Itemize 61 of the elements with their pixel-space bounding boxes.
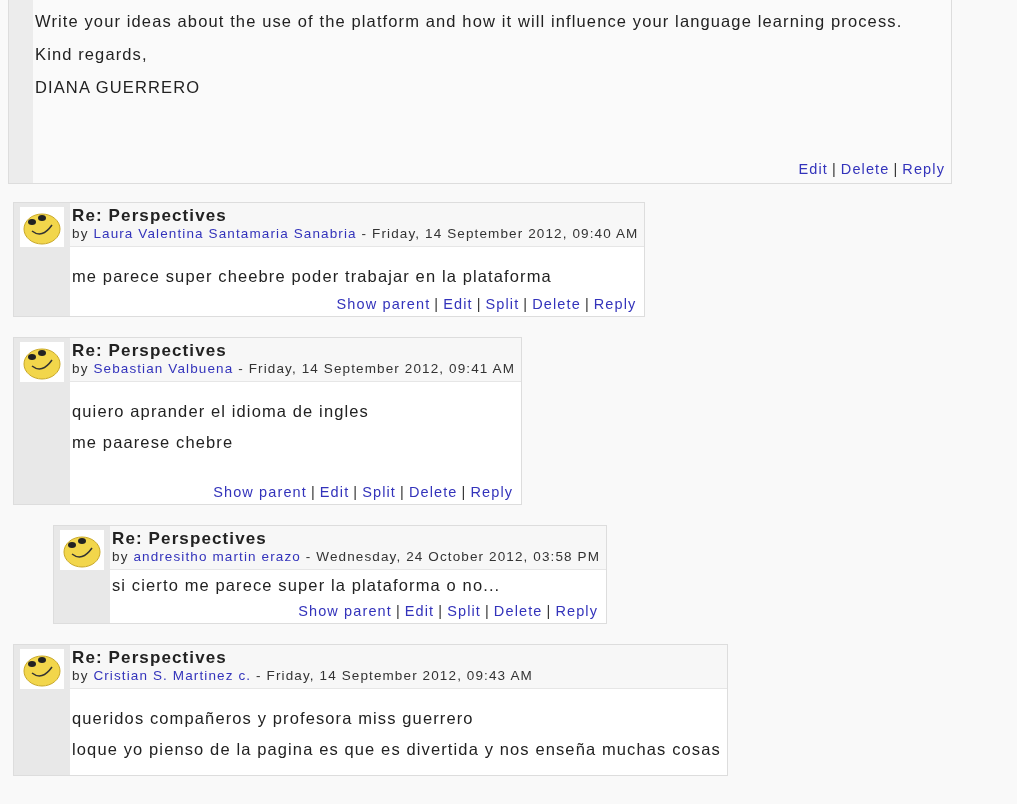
command-link[interactable]: Split	[447, 603, 481, 619]
command-link[interactable]: Edit	[404, 603, 435, 619]
message-text: DIANA GUERRERO	[35, 78, 202, 97]
message-text: Write your ideas about the use of the platform and how it will influence your language learning process.	[35, 12, 904, 31]
command-link[interactable]: Split	[362, 484, 396, 500]
smiley-avatar-icon	[20, 342, 64, 382]
separator: |	[523, 296, 529, 312]
author-link[interactable]: Sebastian Valbuena	[93, 361, 234, 376]
command-link[interactable]: Delete	[493, 603, 543, 619]
command-link[interactable]: Delete	[408, 484, 458, 500]
post-date: - Friday, 14 September 2012, 09:40 AM	[361, 226, 639, 241]
post-date: - Friday, 14 September 2012, 09:43 AM	[256, 668, 533, 683]
smiley-avatar-icon	[20, 207, 64, 247]
message-text: si cierto me parece super la plataforma o no...	[112, 576, 502, 595]
separator: |	[400, 484, 405, 500]
command-link[interactable]: Edit	[798, 161, 828, 177]
command-link[interactable]: Delete	[532, 296, 581, 312]
separator: |	[461, 484, 467, 500]
separator: |	[484, 603, 490, 619]
author-link[interactable]: andresitho martin erazo	[133, 549, 301, 564]
smiley-avatar-icon	[60, 530, 104, 570]
post-subject: Re: Perspectives	[72, 206, 228, 225]
post-subject: Re: Perspectives	[72, 341, 228, 360]
by-label: by	[72, 361, 89, 376]
command-link[interactable]: Edit	[319, 484, 350, 500]
smiley-avatar-icon	[20, 649, 64, 689]
separator: |	[353, 484, 359, 500]
separator: |	[893, 161, 899, 177]
by-label: by	[112, 549, 129, 564]
message-text: me paarese chebre	[72, 433, 235, 452]
message-text: Kind regards,	[35, 45, 149, 64]
command-link[interactable]: Reply	[593, 296, 637, 312]
separator: |	[438, 603, 444, 619]
message-text: loque yo pienso de la pagina es que es divertida y nos enseña muchas cosas	[72, 740, 721, 759]
author-link[interactable]: Laura Valentina Santamaria Sanabria	[93, 226, 357, 241]
command-link[interactable]: Reply	[470, 484, 514, 500]
separator: |	[546, 603, 552, 619]
post-subject: Re: Perspectives	[72, 648, 228, 667]
separator: |	[584, 296, 590, 312]
command-link[interactable]: Delete	[840, 161, 890, 177]
command-link[interactable]: Reply	[902, 161, 945, 177]
separator: |	[476, 296, 482, 312]
command-link[interactable]: Show parent	[213, 484, 307, 500]
separator: |	[831, 161, 837, 177]
separator: |	[310, 484, 316, 500]
separator: |	[395, 603, 401, 619]
message-text: me parece super cheebre poder trabajar en la plataforma	[72, 267, 553, 286]
command-link[interactable]: Split	[485, 296, 520, 312]
command-link[interactable]: Edit	[443, 296, 473, 312]
message-text: quiero aprander el idioma de ingles	[72, 402, 370, 421]
command-link[interactable]: Show parent	[336, 296, 431, 312]
by-label: by	[72, 668, 89, 683]
command-link[interactable]: Show parent	[298, 603, 392, 619]
command-link[interactable]: Reply	[555, 603, 599, 619]
post-date: - Friday, 14 September 2012, 09:41 AM	[238, 361, 516, 376]
separator: |	[434, 296, 440, 312]
author-link[interactable]: Cristian S. Martinez c.	[93, 668, 252, 683]
post-subject: Re: Perspectives	[112, 529, 268, 548]
by-label: by	[72, 226, 89, 241]
post-date: - Wednesday, 24 October 2012, 03:58 PM	[305, 549, 601, 564]
message-text: queridos compañeros y profesora miss guerrero	[72, 709, 475, 728]
